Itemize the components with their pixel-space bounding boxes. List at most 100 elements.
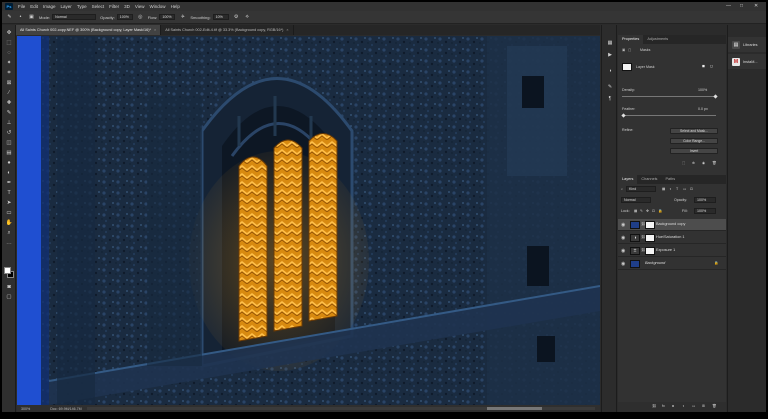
layer-filter-kind-select[interactable]: Kind — [626, 186, 656, 192]
adjustments-panel-icon[interactable]: ◑ — [606, 67, 614, 75]
smoothing-field[interactable]: 10% — [212, 14, 229, 20]
zoom-tool-icon[interactable]: ⌕ — [5, 229, 13, 237]
blend-mode-select[interactable]: Normal — [621, 197, 651, 203]
menu-image[interactable]: Image — [43, 4, 56, 9]
document-canvas[interactable] — [17, 36, 600, 405]
link-layers-icon[interactable]: ⛓ — [652, 404, 657, 408]
delete-mask-icon[interactable]: 🗑 — [712, 161, 717, 165]
flow-field[interactable]: 100% — [159, 14, 176, 20]
hand-tool-icon[interactable]: ✋ — [5, 219, 13, 227]
layer-opacity-field[interactable]: 100% — [694, 197, 716, 203]
close-tab-icon[interactable]: × — [154, 28, 156, 32]
invert-button[interactable]: Invert — [670, 148, 718, 154]
marquee-tool-icon[interactable]: ⬚ — [5, 39, 13, 47]
disable-mask-icon[interactable]: ◉ — [702, 161, 705, 165]
brush-tool-preset-icon[interactable]: ✎ — [6, 14, 13, 21]
tab-properties[interactable]: Properties — [618, 35, 644, 44]
scrollbar-thumb[interactable] — [487, 407, 542, 410]
layer-row-exposure[interactable]: ◉ ± ⛓ Exposure 1 — [618, 245, 726, 257]
layer-name[interactable]: Exposure 1 — [656, 248, 675, 252]
filter-shape-icon[interactable]: ▭ — [683, 187, 686, 191]
layer-mask-thumbnail[interactable] — [645, 221, 655, 229]
document-tab[interactable]: All Saints Church 002-Edit-4.tif @ 33.3%… — [161, 25, 294, 35]
delete-layer-icon[interactable]: 🗑 — [712, 404, 717, 408]
blur-tool-icon[interactable]: ● — [5, 159, 13, 167]
visibility-eye-icon[interactable]: ◉ — [621, 248, 627, 254]
lasso-tool-icon[interactable]: ◌ — [5, 49, 13, 57]
mode-select[interactable]: Normal — [52, 14, 97, 20]
load-selection-icon[interactable]: ⬚ — [682, 161, 685, 165]
select-and-mask-button[interactable]: Select and Mask... — [670, 128, 718, 134]
new-group-icon[interactable]: ▭ — [692, 404, 695, 408]
maximize-button[interactable]: □ — [740, 3, 743, 9]
screen-mode-icon[interactable]: ▢ — [5, 293, 13, 301]
vector-mask-icon[interactable]: ▢ — [628, 48, 631, 52]
document-tab-active[interactable]: All Saints Church 002-copy.NEF @ 300% (B… — [16, 25, 162, 35]
menu-file[interactable]: File — [18, 4, 25, 9]
menu-layer[interactable]: Layer — [61, 4, 72, 9]
filter-search-icon[interactable]: ⌕ — [621, 187, 623, 191]
tab-adjustments[interactable]: Adjustments — [643, 35, 672, 44]
menu-help[interactable]: Help — [171, 4, 180, 9]
new-adjustment-layer-icon[interactable]: ◑ — [682, 404, 684, 408]
actions-panel-icon[interactable]: ▶ — [606, 51, 614, 59]
feather-slider[interactable] — [622, 115, 716, 116]
layer-row-hue-saturation[interactable]: ◉ ◑ ⛓ Hue/Saturation 1 — [618, 232, 726, 244]
tab-layers[interactable]: Layers — [618, 175, 638, 184]
fill-field[interactable]: 100% — [694, 208, 716, 214]
lock-transparent-icon[interactable]: ▦ — [634, 209, 637, 213]
layer-style-fx-icon[interactable]: fx — [662, 404, 665, 408]
tab-paths[interactable]: Paths — [661, 175, 679, 184]
menu-view[interactable]: View — [135, 4, 145, 9]
history-brush-tool-icon[interactable]: ↺ — [5, 129, 13, 137]
quick-mask-icon[interactable]: ◙ — [5, 283, 13, 291]
layer-mask-thumbnail[interactable] — [645, 247, 655, 255]
symmetry-icon[interactable]: ⟡ — [244, 14, 251, 21]
healing-brush-tool-icon[interactable]: ✚ — [5, 99, 13, 107]
brush-settings-icon[interactable]: ▣ — [28, 14, 35, 21]
density-value[interactable]: 100% — [698, 88, 707, 92]
brush-size-icon[interactable]: • — [17, 14, 24, 21]
layer-name[interactable]: Hue/Saturation 1 — [656, 235, 685, 239]
filter-smart-object-icon[interactable]: ⊡ — [690, 187, 693, 191]
close-tab-icon[interactable]: × — [286, 28, 288, 32]
opacity-field[interactable]: 100% — [116, 14, 133, 20]
zoom-level[interactable]: 300% — [21, 407, 30, 411]
more-tools-icon[interactable]: ⋯ — [5, 241, 13, 249]
pixel-mask-icon[interactable]: ▣ — [622, 48, 625, 52]
minimize-button[interactable]: — — [726, 3, 731, 9]
eyedropper-tool-icon[interactable]: ⁄ — [5, 89, 13, 97]
move-tool-icon[interactable]: ✥ — [5, 29, 13, 37]
select-vector-mask-icon[interactable]: ◻ — [710, 64, 713, 68]
menu-edit[interactable]: Edit — [30, 4, 38, 9]
filter-pixel-icon[interactable]: ▦ — [662, 187, 665, 191]
density-slider[interactable] — [622, 96, 716, 97]
crop-tool-icon[interactable]: ⌗ — [5, 69, 13, 77]
lock-artboard-icon[interactable]: ⊡ — [652, 209, 655, 213]
new-layer-icon[interactable]: ⊞ — [702, 404, 705, 408]
quick-select-tool-icon[interactable]: ✦ — [5, 59, 13, 67]
smoothing-settings-gear-icon[interactable]: ⚙ — [233, 14, 240, 21]
filter-adjustment-icon[interactable]: ◑ — [669, 187, 671, 191]
foreground-color-swatch[interactable] — [4, 267, 11, 274]
layer-row-background[interactable]: ◉ Background 🔒 — [618, 258, 726, 270]
menu-select[interactable]: Select — [92, 4, 105, 9]
menu-3d[interactable]: 3D — [124, 4, 130, 9]
gradient-tool-icon[interactable]: ▤ — [5, 149, 13, 157]
lock-position-icon[interactable]: ✥ — [646, 209, 649, 213]
apply-mask-icon[interactable]: ⊕ — [692, 161, 695, 165]
frame-tool-icon[interactable]: ⊠ — [5, 79, 13, 87]
lock-all-icon[interactable]: 🔒 — [658, 209, 662, 213]
add-mask-icon[interactable]: ◘ — [672, 404, 674, 408]
visibility-eye-icon[interactable]: ◉ — [621, 235, 627, 241]
clone-stamp-tool-icon[interactable]: ⊥ — [5, 119, 13, 127]
close-window-button[interactable]: ✕ — [754, 3, 758, 9]
dodge-tool-icon[interactable]: ◐ — [5, 169, 13, 177]
paragraph-panel-icon[interactable]: ¶ — [606, 95, 614, 103]
eraser-tool-icon[interactable]: ◫ — [5, 139, 13, 147]
feather-slider-knob[interactable] — [621, 113, 626, 118]
color-range-button[interactable]: Color Range... — [670, 138, 718, 144]
lock-pixels-icon[interactable]: ✎ — [640, 209, 643, 213]
layer-name[interactable]: Background copy — [656, 222, 685, 226]
pressure-opacity-icon[interactable]: ◎ — [137, 14, 144, 21]
